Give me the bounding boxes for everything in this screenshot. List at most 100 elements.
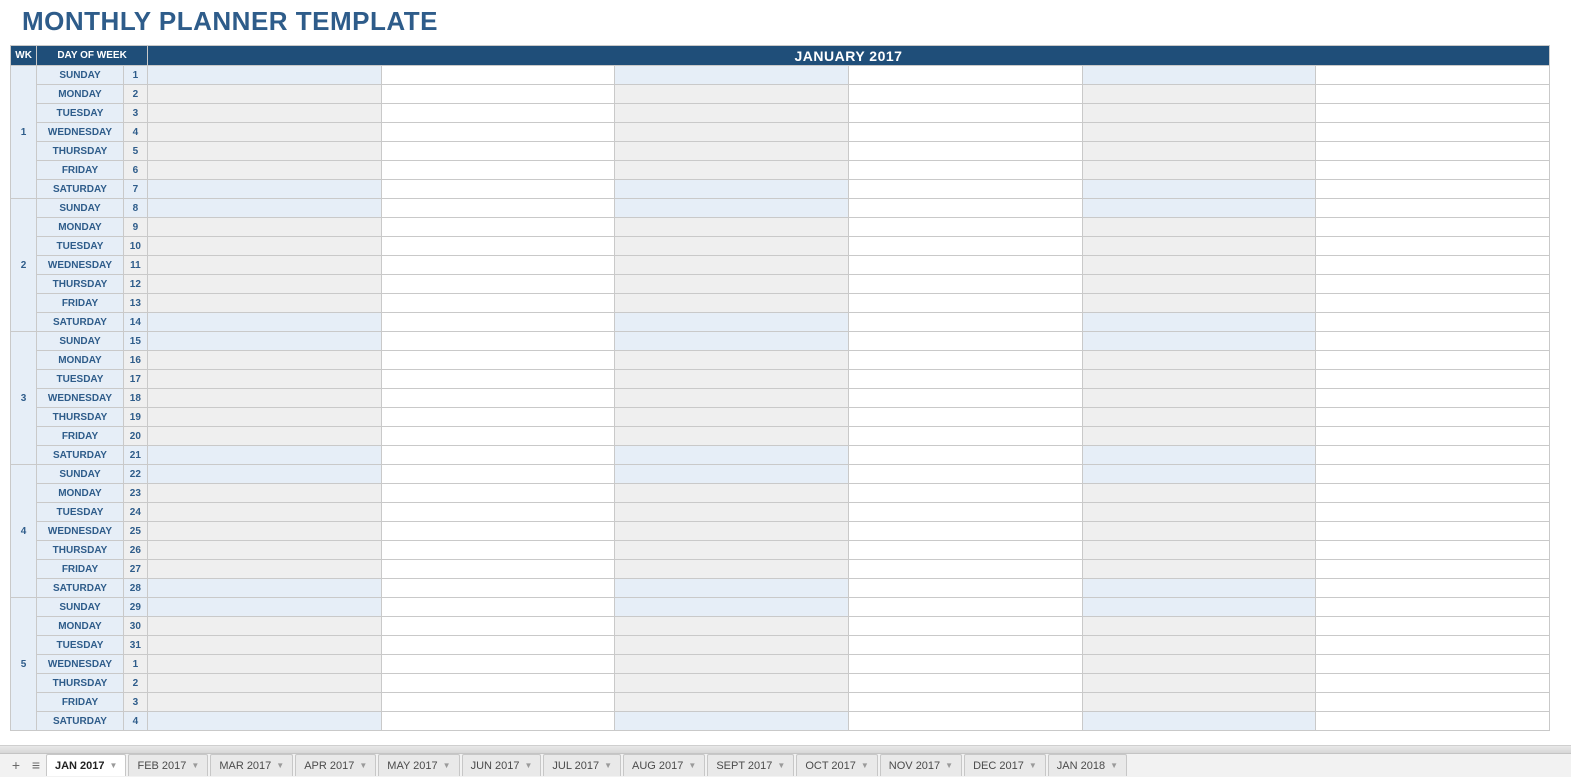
planner-cell[interactable]: [381, 161, 615, 180]
sheet-tab[interactable]: FEB 2017▼: [128, 754, 208, 776]
planner-cell[interactable]: [1316, 370, 1550, 389]
planner-cell[interactable]: [1082, 674, 1316, 693]
planner-cell[interactable]: [147, 142, 381, 161]
planner-cell[interactable]: [615, 427, 849, 446]
planner-cell[interactable]: [848, 389, 1082, 408]
planner-cell[interactable]: [1316, 408, 1550, 427]
planner-cell[interactable]: [615, 256, 849, 275]
planner-cell[interactable]: [381, 674, 615, 693]
planner-cell[interactable]: [615, 503, 849, 522]
planner-cell[interactable]: [615, 446, 849, 465]
planner-cell[interactable]: [1082, 655, 1316, 674]
planner-cell[interactable]: [1316, 522, 1550, 541]
planner-cell[interactable]: [1316, 579, 1550, 598]
planner-cell[interactable]: [1316, 199, 1550, 218]
planner-cell[interactable]: [1316, 351, 1550, 370]
planner-cell[interactable]: [381, 503, 615, 522]
planner-cell[interactable]: [1316, 218, 1550, 237]
planner-cell[interactable]: [848, 180, 1082, 199]
planner-cell[interactable]: [1316, 484, 1550, 503]
planner-cell[interactable]: [147, 218, 381, 237]
planner-cell[interactable]: [615, 161, 849, 180]
planner-cell[interactable]: [1082, 389, 1316, 408]
planner-cell[interactable]: [147, 693, 381, 712]
planner-cell[interactable]: [147, 522, 381, 541]
planner-cell[interactable]: [1082, 237, 1316, 256]
sheet-tab[interactable]: MAY 2017▼: [378, 754, 459, 776]
sheet-tab[interactable]: SEPT 2017▼: [707, 754, 794, 776]
planner-cell[interactable]: [1316, 560, 1550, 579]
planner-cell[interactable]: [848, 693, 1082, 712]
planner-cell[interactable]: [848, 541, 1082, 560]
planner-cell[interactable]: [848, 655, 1082, 674]
planner-cell[interactable]: [1082, 256, 1316, 275]
planner-cell[interactable]: [1082, 104, 1316, 123]
planner-cell[interactable]: [147, 465, 381, 484]
planner-cell[interactable]: [381, 446, 615, 465]
planner-cell[interactable]: [1082, 313, 1316, 332]
planner-cell[interactable]: [615, 522, 849, 541]
planner-cell[interactable]: [848, 560, 1082, 579]
planner-cell[interactable]: [1082, 85, 1316, 104]
planner-cell[interactable]: [381, 579, 615, 598]
planner-cell[interactable]: [1316, 617, 1550, 636]
planner-cell[interactable]: [615, 199, 849, 218]
sheet-tab[interactable]: AUG 2017▼: [623, 754, 705, 776]
planner-cell[interactable]: [1316, 446, 1550, 465]
planner-cell[interactable]: [615, 180, 849, 199]
planner-cell[interactable]: [1082, 446, 1316, 465]
planner-cell[interactable]: [381, 408, 615, 427]
planner-cell[interactable]: [848, 465, 1082, 484]
planner-cell[interactable]: [381, 522, 615, 541]
planner-cell[interactable]: [848, 712, 1082, 731]
planner-cell[interactable]: [1082, 332, 1316, 351]
planner-cell[interactable]: [848, 408, 1082, 427]
planner-cell[interactable]: [381, 636, 615, 655]
planner-cell[interactable]: [1082, 123, 1316, 142]
sheet-tab[interactable]: APR 2017▼: [295, 754, 376, 776]
planner-cell[interactable]: [381, 541, 615, 560]
planner-cell[interactable]: [147, 598, 381, 617]
planner-cell[interactable]: [1082, 560, 1316, 579]
planner-cell[interactable]: [1316, 142, 1550, 161]
planner-cell[interactable]: [147, 560, 381, 579]
planner-cell[interactable]: [1082, 275, 1316, 294]
planner-cell[interactable]: [381, 123, 615, 142]
planner-cell[interactable]: [848, 123, 1082, 142]
planner-cell[interactable]: [147, 617, 381, 636]
planner-cell[interactable]: [1082, 598, 1316, 617]
planner-cell[interactable]: [615, 313, 849, 332]
planner-cell[interactable]: [1316, 655, 1550, 674]
planner-cell[interactable]: [381, 693, 615, 712]
sheet-tab[interactable]: MAR 2017▼: [210, 754, 293, 776]
planner-cell[interactable]: [1082, 427, 1316, 446]
planner-cell[interactable]: [147, 674, 381, 693]
planner-cell[interactable]: [848, 332, 1082, 351]
planner-cell[interactable]: [1316, 123, 1550, 142]
planner-cell[interactable]: [1082, 161, 1316, 180]
planner-cell[interactable]: [615, 66, 849, 85]
planner-cell[interactable]: [1082, 142, 1316, 161]
planner-cell[interactable]: [1082, 370, 1316, 389]
planner-cell[interactable]: [147, 541, 381, 560]
planner-cell[interactable]: [1316, 313, 1550, 332]
planner-cell[interactable]: [1316, 256, 1550, 275]
add-sheet-button[interactable]: +: [6, 755, 26, 775]
planner-cell[interactable]: [381, 617, 615, 636]
sheet-tab[interactable]: JAN 2018▼: [1048, 754, 1127, 776]
planner-cell[interactable]: [1316, 389, 1550, 408]
planner-cell[interactable]: [381, 370, 615, 389]
sheet-tab[interactable]: NOV 2017▼: [880, 754, 962, 776]
planner-cell[interactable]: [615, 123, 849, 142]
planner-cell[interactable]: [147, 484, 381, 503]
planner-cell[interactable]: [381, 484, 615, 503]
planner-cell[interactable]: [147, 389, 381, 408]
planner-cell[interactable]: [615, 636, 849, 655]
planner-cell[interactable]: [147, 199, 381, 218]
planner-cell[interactable]: [848, 598, 1082, 617]
sheet-tab[interactable]: OCT 2017▼: [796, 754, 877, 776]
planner-cell[interactable]: [381, 180, 615, 199]
planner-cell[interactable]: [848, 636, 1082, 655]
planner-cell[interactable]: [147, 332, 381, 351]
planner-cell[interactable]: [848, 218, 1082, 237]
